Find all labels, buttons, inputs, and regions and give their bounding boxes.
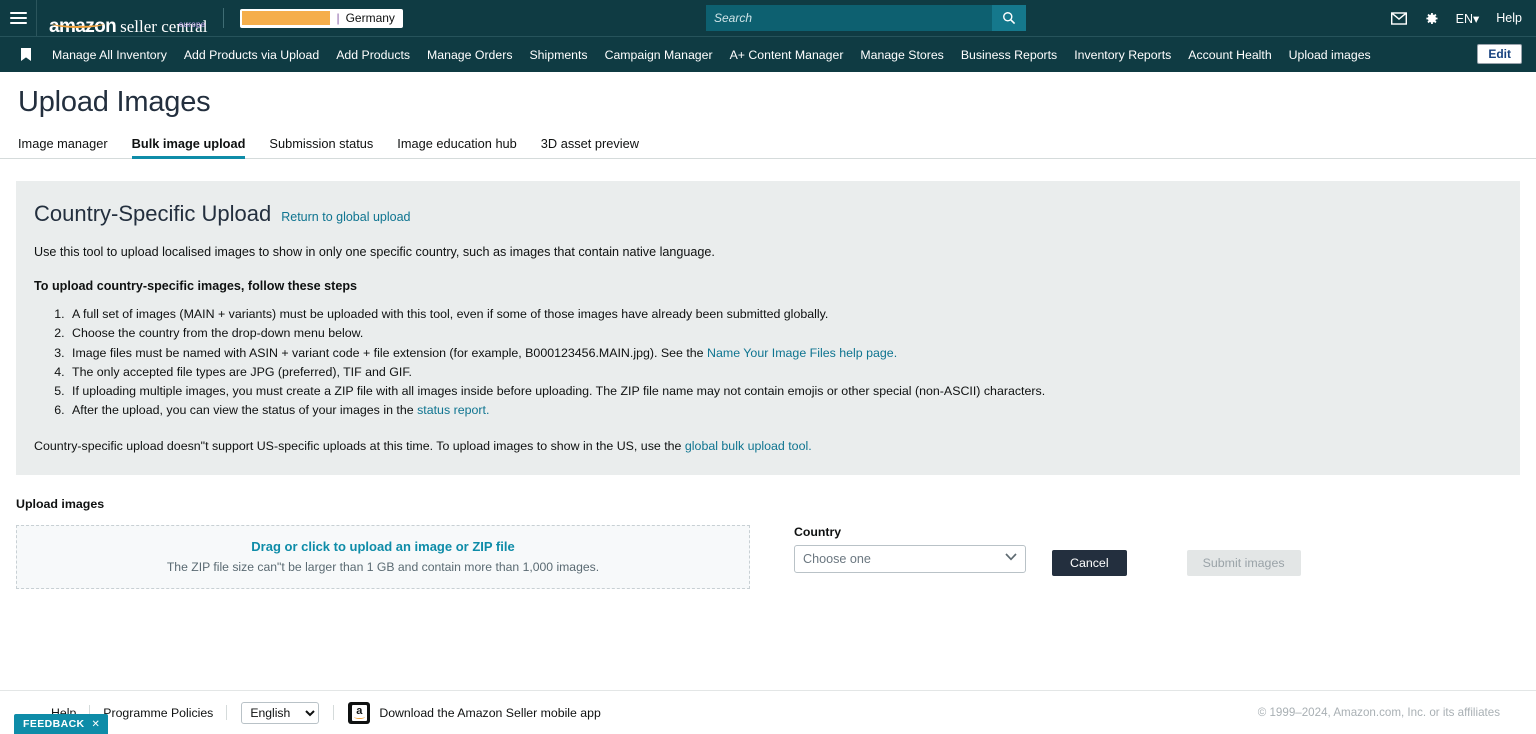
step-item-3: Image files must be named with ASIN + va… xyxy=(68,344,1502,363)
upload-images-label: Upload images xyxy=(16,497,1520,511)
amazon-app-icon[interactable]: a xyxy=(348,702,370,724)
language-selector[interactable]: EN▾ xyxy=(1456,11,1480,26)
top-header: amazon seller central europe | Germany xyxy=(0,0,1536,36)
gear-icon[interactable] xyxy=(1424,11,1439,26)
search-button[interactable] xyxy=(992,5,1026,31)
tab-submission-status[interactable]: Submission status xyxy=(269,136,373,158)
footer-programme-policies-link[interactable]: Programme Policies xyxy=(90,706,226,720)
close-icon[interactable]: ✕ xyxy=(92,719,101,730)
account-country-label: Germany xyxy=(346,11,395,25)
country-field-group: Country Choose one xyxy=(794,525,1026,573)
amazon-seller-central-logo[interactable]: amazon seller central europe xyxy=(49,0,207,36)
upload-section: Upload images Drag or click to upload an… xyxy=(0,475,1536,589)
nav-item-manage-all-inventory[interactable]: Manage All Inventory xyxy=(52,48,167,62)
panel-steps-list: A full set of images (MAIN + variants) m… xyxy=(68,305,1502,421)
name-your-image-files-help-link[interactable]: Name Your Image Files help page. xyxy=(707,346,897,360)
footer-links: Help Programme Policies English a Downlo… xyxy=(38,702,601,724)
bookmark-button[interactable] xyxy=(14,48,38,61)
hamburger-menu-button[interactable] xyxy=(0,0,37,36)
panel-description: Use this tool to upload localised images… xyxy=(34,245,1502,259)
mail-icon[interactable] xyxy=(1391,12,1407,25)
search-icon xyxy=(1002,11,1016,25)
tab-image-manager[interactable]: Image manager xyxy=(18,136,108,158)
header-divider xyxy=(223,8,224,28)
panel-title: Country-Specific Upload xyxy=(34,201,271,227)
nav-item-a-plus-content-manager[interactable]: A+ Content Manager xyxy=(730,48,844,62)
copyright-text: © 1999–2024, Amazon.com, Inc. or its aff… xyxy=(1258,706,1500,719)
search-bar xyxy=(706,5,1026,31)
return-to-global-upload-link[interactable]: Return to global upload xyxy=(281,210,410,224)
step-6-text: After the upload, you can view the statu… xyxy=(72,403,417,417)
step-item-2: Choose the country from the drop-down me… xyxy=(68,324,1502,343)
nav-item-account-health[interactable]: Account Health xyxy=(1188,48,1271,62)
global-bulk-upload-tool-link[interactable]: global bulk upload tool. xyxy=(685,439,812,453)
nav-item-manage-orders[interactable]: Manage Orders xyxy=(427,48,512,62)
step-item-6: After the upload, you can view the statu… xyxy=(68,401,1502,420)
country-select-wrapper: Choose one xyxy=(794,539,1026,573)
upload-controls-row: Drag or click to upload an image or ZIP … xyxy=(16,525,1520,589)
main-navigation-bar: Manage All Inventory Add Products via Up… xyxy=(0,36,1536,72)
panel-footnote-text: Country-specific upload doesn"t support … xyxy=(34,439,685,453)
cancel-button[interactable]: Cancel xyxy=(1052,550,1127,576)
country-select[interactable]: Choose one xyxy=(794,545,1026,573)
help-link[interactable]: Help xyxy=(1496,11,1522,25)
footer-divider-3 xyxy=(333,705,334,720)
page-footer: Help Programme Policies English a Downlo… xyxy=(0,690,1536,734)
edit-navigation-button[interactable]: Edit xyxy=(1477,44,1522,64)
search-input[interactable] xyxy=(706,5,992,31)
step-item-5: If uploading multiple images, you must c… xyxy=(68,382,1502,401)
tab-bulk-image-upload[interactable]: Bulk image upload xyxy=(132,136,246,158)
account-marketplace-selector[interactable]: | Germany xyxy=(240,9,402,28)
panel-steps-title: To upload country-specific images, follo… xyxy=(34,279,1502,293)
panel-footnote: Country-specific upload doesn"t support … xyxy=(34,439,1502,453)
status-report-link[interactable]: status report. xyxy=(417,403,489,417)
nav-item-campaign-manager[interactable]: Campaign Manager xyxy=(605,48,713,62)
bookmark-icon xyxy=(21,48,31,61)
brand-europe-text: europe xyxy=(179,20,206,29)
page-title: Upload Images xyxy=(0,72,1536,129)
nav-item-manage-stores[interactable]: Manage Stores xyxy=(860,48,943,62)
nav-item-list: Manage All Inventory Add Products via Up… xyxy=(52,48,1371,62)
file-dropzone[interactable]: Drag or click to upload an image or ZIP … xyxy=(16,525,750,589)
header-actions: EN▾ Help xyxy=(1391,0,1522,36)
app-icon-glyph: a xyxy=(352,705,367,721)
nav-item-shipments[interactable]: Shipments xyxy=(529,48,587,62)
hamburger-icon xyxy=(10,9,27,27)
nav-item-inventory-reports[interactable]: Inventory Reports xyxy=(1074,48,1171,62)
nav-item-business-reports[interactable]: Business Reports xyxy=(961,48,1057,62)
language-caret-icon: ▾ xyxy=(1473,12,1479,26)
step-3-text: Image files must be named with ASIN + va… xyxy=(72,346,707,360)
download-mobile-app-link[interactable]: Download the Amazon Seller mobile app xyxy=(379,706,600,720)
page-tabs: Image manager Bulk image upload Submissi… xyxy=(0,129,1536,159)
step-item-1: A full set of images (MAIN + variants) m… xyxy=(68,305,1502,324)
feedback-label: FEEDBACK xyxy=(23,718,85,730)
amazon-smile-icon xyxy=(52,19,104,28)
dropzone-subtitle: The ZIP file size can"t be larger than 1… xyxy=(167,560,599,574)
footer-divider-2 xyxy=(226,705,227,720)
country-label: Country xyxy=(794,525,1026,539)
nav-item-add-products[interactable]: Add Products xyxy=(336,48,410,62)
account-separator: | xyxy=(336,11,339,25)
main-content: Country-Specific Upload Return to global… xyxy=(0,159,1536,475)
tab-image-education-hub[interactable]: Image education hub xyxy=(397,136,517,158)
panel-header: Country-Specific Upload Return to global… xyxy=(34,201,1502,227)
submit-images-button[interactable]: Submit images xyxy=(1187,550,1301,576)
country-specific-upload-panel: Country-Specific Upload Return to global… xyxy=(16,181,1520,475)
step-item-4: The only accepted file types are JPG (pr… xyxy=(68,363,1502,382)
language-label: EN xyxy=(1456,12,1473,26)
feedback-tab[interactable]: FEEDBACK ✕ xyxy=(14,714,108,734)
dropzone-title: Drag or click to upload an image or ZIP … xyxy=(251,539,514,554)
tab-3d-asset-preview[interactable]: 3D asset preview xyxy=(541,136,639,158)
nav-item-upload-images[interactable]: Upload images xyxy=(1289,48,1371,62)
nav-item-add-products-via-upload[interactable]: Add Products via Upload xyxy=(184,48,319,62)
footer-language-select[interactable]: English xyxy=(241,702,319,724)
app-icon-smile xyxy=(354,715,365,719)
redacted-account-name xyxy=(242,11,330,25)
